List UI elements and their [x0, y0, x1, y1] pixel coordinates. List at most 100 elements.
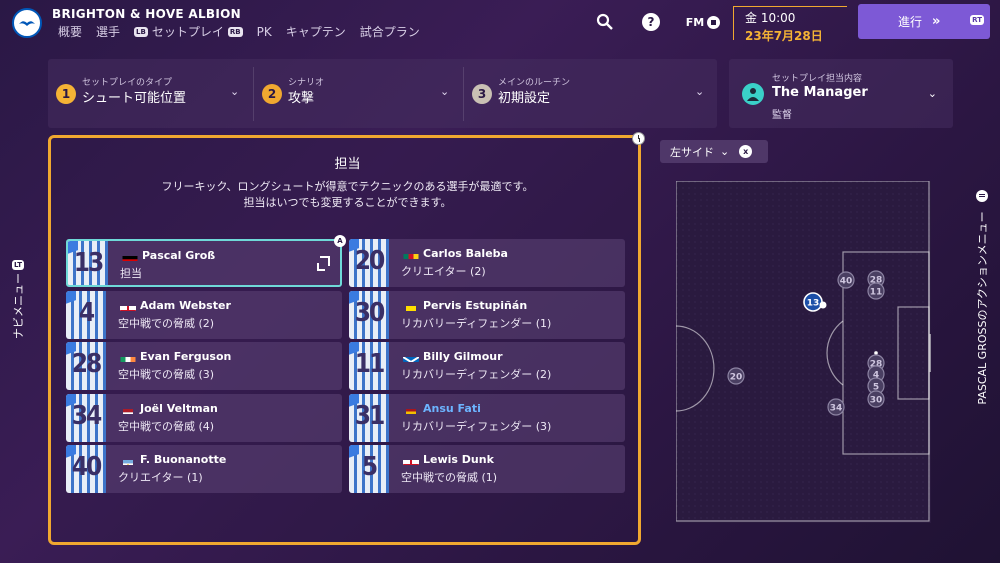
marker-number: 20 — [730, 373, 743, 383]
flag-icon-de — [122, 251, 138, 261]
player-name: Lewis Dunk — [423, 453, 494, 466]
player-card[interactable]: 40 F. Buonanotte クリエイター (1) — [66, 445, 342, 493]
nav-captains[interactable]: キャプテン — [286, 23, 346, 40]
player-card[interactable]: 11 Billy Gilmour リカバリーディフェンダー (2) — [349, 342, 625, 390]
player-marker[interactable]: 40 — [837, 271, 855, 289]
flag-icon-ie — [120, 352, 136, 362]
flag-icon-es — [403, 404, 419, 414]
double-chevron-icon: » — [932, 14, 941, 29]
flag-icon-ar — [120, 455, 136, 465]
player-role: 空中戦での脅威 (1) — [401, 471, 498, 484]
shirt-icon: 34 — [66, 393, 106, 442]
help-button[interactable]: ? — [641, 12, 661, 32]
player-card[interactable]: 30 Pervis Estupiñán リカバリーディフェンダー (1) — [349, 290, 625, 339]
marker-number: 40 — [840, 277, 853, 287]
rt-pill: RT — [970, 15, 984, 25]
nav-overview[interactable]: 概要 — [58, 23, 82, 40]
player-name: Ansu Fati — [423, 401, 481, 415]
action-menu-label: PASCAL GROSSのアクションメニュー — [976, 211, 989, 405]
player-card[interactable]: 13 Pascal Groß 担当 — [66, 239, 342, 287]
player-card[interactable]: 31 Ansu Fati リカバリーディフェンダー (3) — [349, 393, 625, 442]
chevron-down-icon: ⌄ — [720, 145, 730, 158]
player-marker[interactable]: 11 — [867, 282, 885, 300]
player-role: 空中戦での脅威 (2) — [118, 316, 215, 330]
nav-set-pieces-label: セットプレイ — [151, 25, 224, 39]
fm-menu-button[interactable]: FM — [683, 12, 723, 32]
nav-match-plan[interactable]: 試合プラン — [360, 23, 420, 40]
player-name: Adam Webster — [140, 298, 231, 312]
coach-label: セットプレイ担当内容 — [772, 74, 863, 84]
date-day: 23年7月28日 — [745, 29, 823, 43]
flag-icon-ec — [403, 301, 419, 311]
side-selector[interactable]: 左サイド ⌄ x — [660, 140, 768, 163]
shirt-number: 20 — [354, 246, 386, 276]
scenario-value: 攻撃 — [288, 91, 315, 106]
help-icon: ? — [642, 13, 660, 31]
shirt-icon: 11 — [349, 342, 389, 390]
pitch-svg: 40 2811132845302034 — [675, 180, 935, 523]
player-card[interactable]: 4 Adam Webster 空中戦での脅威 (2) — [66, 290, 342, 339]
flag-icon-cm — [403, 249, 419, 259]
chevron-down-icon: ⌄ — [230, 85, 240, 98]
player-marker[interactable]: 30 — [867, 390, 885, 408]
current-date[interactable]: 金 10:00 23年7月28日 — [733, 6, 847, 43]
player-marker[interactable]: 34 — [827, 398, 845, 416]
flag-icon-sc — [403, 352, 419, 362]
player-name: Pervis Estupiñán — [423, 298, 528, 312]
shirt-icon: 31 — [349, 393, 389, 442]
shirt-number: 31 — [354, 400, 386, 431]
marker-number: 11 — [870, 288, 883, 298]
lb-pill: LB — [134, 26, 148, 37]
chevron-down-icon: ⌄ — [440, 85, 450, 98]
step-2-badge: 2 — [262, 84, 282, 104]
set-piece-coach-dropdown[interactable]: セットプレイ担当内容 The Manager 監督 ⌄ — [729, 59, 953, 128]
club-badge[interactable] — [12, 8, 42, 38]
search-icon[interactable] — [595, 12, 615, 32]
player-role: リカバリーディフェンダー (1) — [401, 316, 552, 330]
nav-penalties[interactable]: PK — [257, 25, 272, 39]
action-menu-tab[interactable]: PASCAL GROSSのアクションメニュー — [970, 188, 994, 416]
player-card[interactable]: 34 Joël Veltman 空中戦での脅威 (4) — [66, 393, 342, 442]
player-name: F. Buonanotte — [140, 453, 227, 466]
clock-icon[interactable] — [632, 132, 645, 145]
advance-label: 進行 — [898, 15, 923, 29]
nav-menu-tab[interactable]: LT ナビメニュー — [8, 260, 28, 342]
flag-icon-en — [120, 301, 136, 311]
step-1-badge: 1 — [56, 84, 76, 104]
shirt-icon: 28 — [66, 342, 106, 390]
shirt-icon: 40 — [66, 445, 106, 493]
player-card[interactable]: 20 Carlos Baleba クリエイター (2) — [349, 239, 625, 287]
nav-menu-label: ナビメニュー — [12, 273, 25, 339]
player-marker[interactable]: 20 — [727, 367, 745, 385]
player-card[interactable]: 5 Lewis Dunk 空中戦での脅威 (1) — [349, 445, 625, 493]
player-name: Billy Gilmour — [423, 350, 503, 363]
main-routine-dropdown[interactable]: 3 メインのルーチン 初期設定 ⌄ — [464, 59, 717, 128]
player-name: Pascal Groß — [142, 249, 216, 262]
player-name: Joël Veltman — [140, 401, 218, 415]
expand-icon[interactable] — [317, 256, 330, 271]
advance-button[interactable]: 進行 » RT — [858, 4, 990, 39]
panel-description: フリーキック、ロングシュートが得意でテクニックのある選手が最適です。 担当はいつ… — [51, 179, 644, 211]
set-piece-type-dropdown[interactable]: 1 セットプレイのタイプ シュート可能位置 ⌄ — [48, 59, 253, 128]
player-card[interactable]: 28 Evan Ferguson 空中戦での脅威 (3) — [66, 342, 342, 390]
player-role: 空中戦での脅威 (3) — [118, 368, 215, 381]
club-name: BRIGHTON & HOVE ALBION — [52, 7, 241, 21]
scenario-dropdown[interactable]: 2 シナリオ 攻撃 ⌄ — [254, 59, 463, 128]
clear-side-button[interactable]: x — [739, 145, 753, 158]
marker-number: 13 — [807, 299, 820, 309]
nav-set-pieces[interactable]: LB セットプレイ RB — [134, 23, 243, 40]
shirt-number: 11 — [354, 349, 386, 379]
rb-pill: RB — [227, 26, 243, 37]
set-piece-options: 1 セットプレイのタイプ シュート可能位置 ⌄ 2 シナリオ 攻撃 ⌄ 3 メイ… — [48, 59, 717, 128]
player-role: リカバリーディフェンダー (3) — [401, 419, 552, 433]
shirt-number: 40 — [71, 452, 103, 482]
panel-description-line-2: 担当はいつでも変更することができます。 — [243, 196, 452, 209]
nav-players[interactable]: 選手 — [96, 23, 120, 40]
shirt-number: 5 — [361, 452, 378, 482]
step-3-badge: 3 — [472, 84, 492, 104]
pitch-diagram: 40 28 11 13 28 4 5 30 20 34 — [675, 180, 935, 523]
shirt-icon: 4 — [66, 290, 106, 339]
seagull-icon — [19, 21, 35, 26]
player-role: クリエイター (2) — [401, 265, 486, 278]
shirt-number: 34 — [71, 400, 103, 431]
